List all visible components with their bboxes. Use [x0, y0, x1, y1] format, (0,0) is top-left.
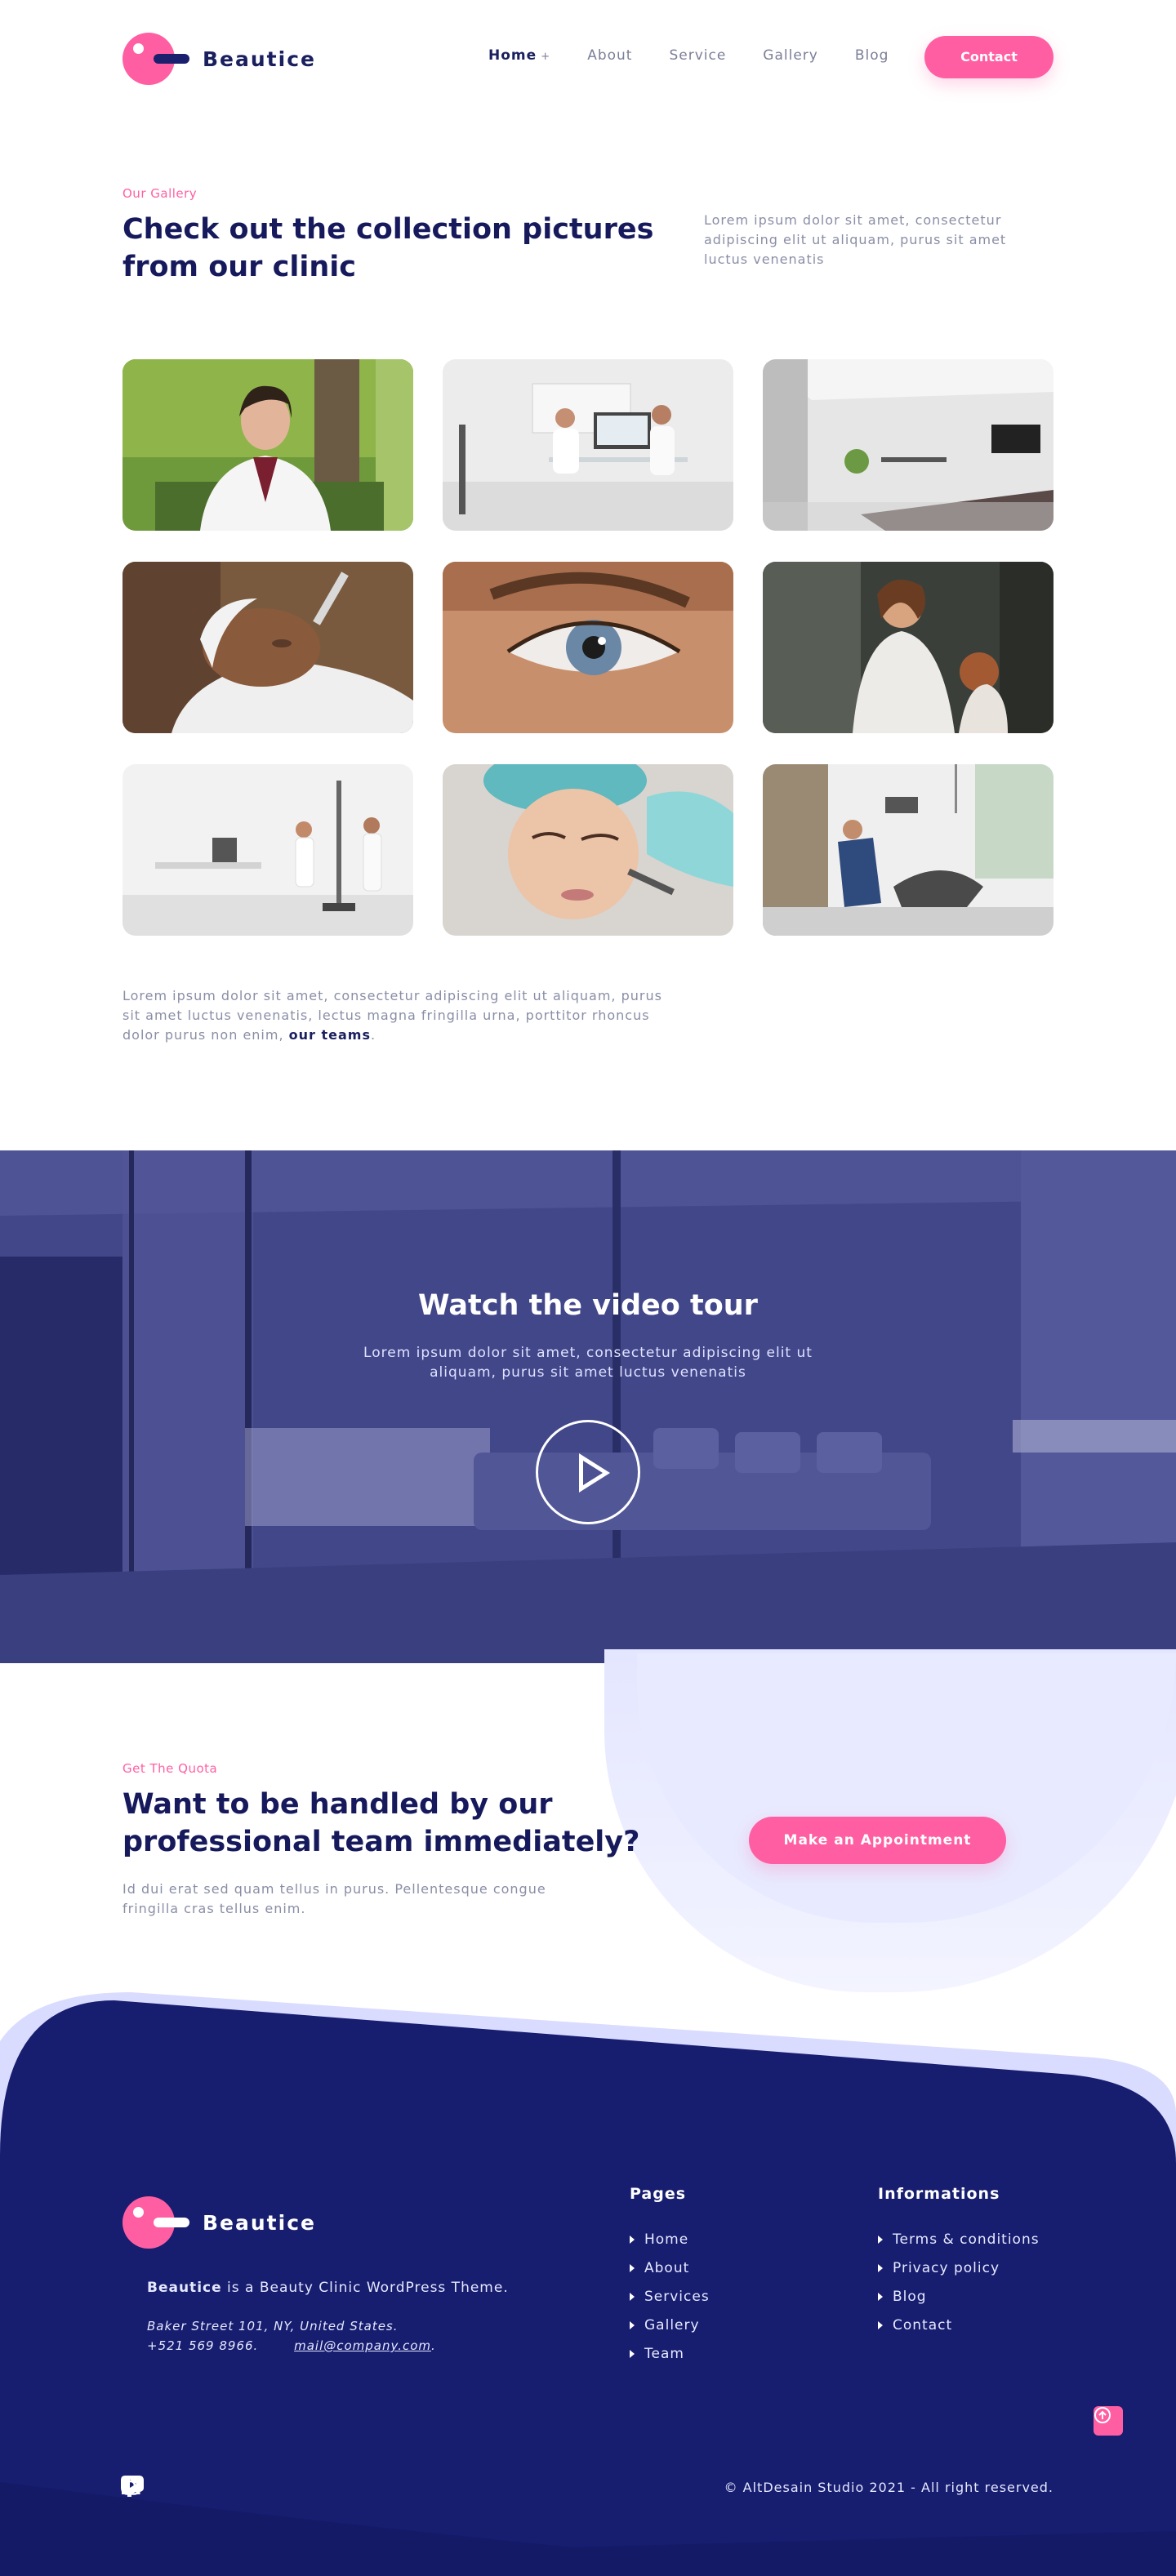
- logo-icon: [122, 33, 189, 85]
- footer: Beautice Beautice is a Beauty Clinic Wor…: [0, 1992, 1176, 2576]
- our-teams-link[interactable]: our teams: [289, 1027, 371, 1043]
- copyright: © AltDesain Studio 2021 - All right rese…: [724, 2480, 1054, 2495]
- gallery-image-clinic-interior[interactable]: [763, 359, 1054, 531]
- gallery-image-facial-mask-treatment[interactable]: [122, 562, 413, 733]
- gallery-image-body-scale-room[interactable]: [122, 764, 413, 936]
- nav-item-gallery[interactable]: Gallery: [763, 47, 818, 64]
- footer-logo-icon: [122, 2196, 189, 2249]
- nav-item-about[interactable]: About: [587, 47, 632, 64]
- quota-title-line2: professional team immediately?: [122, 1826, 640, 1858]
- gallery-image-dental-clinic[interactable]: [763, 764, 1054, 936]
- brand-name: Beautice: [203, 47, 316, 71]
- footer-phone[interactable]: +521 569 8966.: [147, 2338, 258, 2353]
- gallery-title-line1: Check out the collection pictures: [122, 213, 654, 246]
- back-to-top-button[interactable]: [1094, 2406, 1123, 2436]
- social-links: [121, 2476, 407, 2500]
- footer-link-terms[interactable]: Terms & conditions: [878, 2225, 1040, 2253]
- video-subtitle-line1: Lorem ipsum dolor sit amet, consectetur …: [363, 1345, 813, 1361]
- gallery-image-doctor-portrait[interactable]: [122, 359, 413, 531]
- footer-brand-name: Beautice: [203, 2210, 316, 2235]
- gallery-title: Check out the collection pictures from o…: [122, 211, 694, 286]
- footer-link-privacy[interactable]: Privacy policy: [878, 2253, 1040, 2282]
- quota-title-line1: Want to be handled by our: [122, 1788, 553, 1821]
- video-background-image: [0, 1150, 1176, 1663]
- footer-logo[interactable]: Beautice: [122, 2196, 316, 2249]
- twitter-icon[interactable]: [122, 2476, 203, 2500]
- quota-text-line2: fringilla cras tellus enim.: [122, 1901, 306, 1916]
- footer-link-home[interactable]: Home: [630, 2225, 710, 2253]
- footer-tagline-rest: is a Beauty Clinic WordPress Theme.: [221, 2280, 509, 2296]
- footer-email-end: .: [431, 2338, 436, 2353]
- gallery-grid: [122, 359, 1054, 936]
- gallery-footnote-end: .: [370, 1027, 376, 1043]
- play-button[interactable]: [536, 1420, 640, 1524]
- footer-email-link[interactable]: mail@company.com: [294, 2338, 431, 2353]
- gallery-title-line2: from our clinic: [122, 251, 356, 283]
- quota-eyebrow: Get The Quota: [122, 1761, 218, 1776]
- footer-link-services[interactable]: Services: [630, 2282, 710, 2311]
- youtube-icon[interactable]: [121, 2476, 317, 2500]
- footer-link-blog[interactable]: Blog: [878, 2282, 1040, 2311]
- gallery-image-hair-styling[interactable]: [763, 562, 1054, 733]
- quota-title: Want to be handled by our professional t…: [122, 1786, 694, 1861]
- linkedin-icon[interactable]: [121, 2476, 260, 2500]
- gallery-footnote-text: Lorem ipsum dolor sit amet, consectetur …: [122, 988, 662, 1043]
- footer-tagline: Beautice is a Beauty Clinic WordPress Th…: [147, 2280, 509, 2296]
- footer-pages-list: Home About Services Gallery Team: [630, 2225, 710, 2368]
- make-appointment-button[interactable]: Make an Appointment: [749, 1817, 1006, 1864]
- main-nav: Home About Service Gallery Blog: [488, 47, 925, 64]
- video-title: Watch the video tour: [418, 1289, 758, 1322]
- instagram-icon[interactable]: [121, 2476, 374, 2500]
- footer-info-title: Informations: [878, 2185, 1000, 2203]
- gallery-image-facial-treatment[interactable]: [443, 764, 733, 936]
- video-tour-section: Watch the video tour Lorem ipsum dolor s…: [0, 1150, 1176, 1663]
- gallery-image-consultation-room[interactable]: [443, 359, 733, 531]
- video-subtitle-line2: aliquam, purus sit amet luctus venenatis: [430, 1364, 746, 1381]
- nav-item-home[interactable]: Home: [488, 47, 550, 64]
- video-subtitle: Lorem ipsum dolor sit amet, consectetur …: [343, 1343, 833, 1382]
- arrow-up-icon: [1094, 2407, 1111, 2423]
- footer-info-list: Terms & conditions Privacy policy Blog C…: [878, 2225, 1040, 2339]
- gallery-intro: Lorem ipsum dolor sit amet, consectetur …: [704, 212, 1007, 267]
- nav-item-service[interactable]: Service: [669, 47, 726, 64]
- footer-address: Baker Street 101, NY, United States.: [147, 2319, 399, 2334]
- footer-tagline-brand: Beautice: [147, 2280, 222, 2296]
- quota-text: Id dui erat sed quam tellus in purus. Pe…: [122, 1880, 612, 1919]
- footer-link-contact[interactable]: Contact: [878, 2311, 1040, 2339]
- quota-text-line1: Id dui erat sed quam tellus in purus. Pe…: [122, 1881, 546, 1897]
- footer-pages-title: Pages: [630, 2185, 687, 2203]
- gallery-footnote: Lorem ipsum dolor sit amet, consectetur …: [122, 986, 678, 1045]
- footer-link-team[interactable]: Team: [630, 2339, 710, 2368]
- brand-logo[interactable]: Beautice: [122, 33, 316, 85]
- nav-item-blog[interactable]: Blog: [855, 47, 889, 64]
- gallery-image-eye-closeup[interactable]: [443, 562, 733, 733]
- contact-button[interactable]: Contact: [924, 36, 1054, 78]
- footer-link-gallery[interactable]: Gallery: [630, 2311, 710, 2339]
- gallery-eyebrow: Our Gallery: [122, 186, 198, 201]
- footer-contact: +521 569 8966. mail@company.com.: [147, 2338, 436, 2353]
- footer-link-about[interactable]: About: [630, 2253, 710, 2282]
